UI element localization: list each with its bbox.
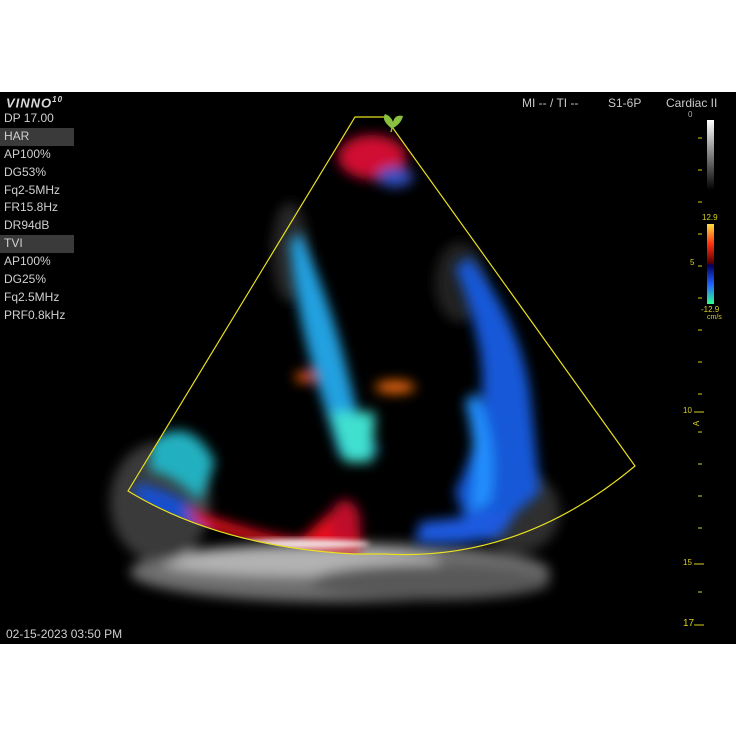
grey-scale-bar	[707, 120, 714, 190]
probe-label: S1-6P	[608, 96, 642, 110]
parameter-item: DG25%	[4, 272, 47, 287]
color-scale-max-label: 12.9	[702, 213, 718, 222]
parameter-item: FR15.8Hz	[4, 200, 59, 215]
depth-mark-15: 15	[683, 558, 692, 567]
parameter-item: AP100%	[4, 254, 51, 269]
doppler-flow	[135, 135, 540, 553]
color-scale-mid-label: 5	[690, 258, 695, 267]
focus-marker: A	[692, 420, 702, 427]
parameter-item: Fq2.5MHz	[4, 289, 60, 304]
parameter-item: DR94dB	[4, 218, 50, 233]
preset-label: Cardiac II	[666, 96, 718, 110]
grey-scale-top-label: 0	[688, 110, 693, 119]
brand-logo: VINNO10	[6, 95, 64, 111]
ultrasound-screen: VINNO10 MI -- / TI -- S1-6P Cardiac II D…	[0, 92, 736, 644]
mi-ti-readout: MI -- / TI --	[522, 96, 579, 110]
color-scale-bar	[707, 224, 714, 304]
parameter-item: AP100%	[4, 146, 51, 161]
parameter-section-header: TVI	[0, 235, 74, 254]
parameter-item: DG53%	[4, 164, 47, 179]
ultrasound-image	[110, 114, 714, 626]
date-time: 02-15-2023 03:50 PM	[6, 627, 123, 641]
depth-ruler	[694, 137, 704, 626]
color-scale-min-label: -12.9	[701, 305, 720, 314]
color-scale-unit-label: cm/s	[707, 314, 722, 321]
parameter-section-header: HAR	[0, 127, 74, 146]
parameter-item: PRF0.8kHz	[4, 307, 66, 322]
parameter-panel: DP 17.00 HAR AP100% DG53% Fq2-5MHz FR15.8Hz DR…	[0, 110, 80, 325]
depth-mark-10: 10	[683, 406, 692, 415]
parameter-item: Fq2-5MHz	[4, 182, 61, 197]
depth-mark-17: 17	[683, 618, 695, 629]
parameter-item: DP 17.00	[4, 111, 54, 125]
